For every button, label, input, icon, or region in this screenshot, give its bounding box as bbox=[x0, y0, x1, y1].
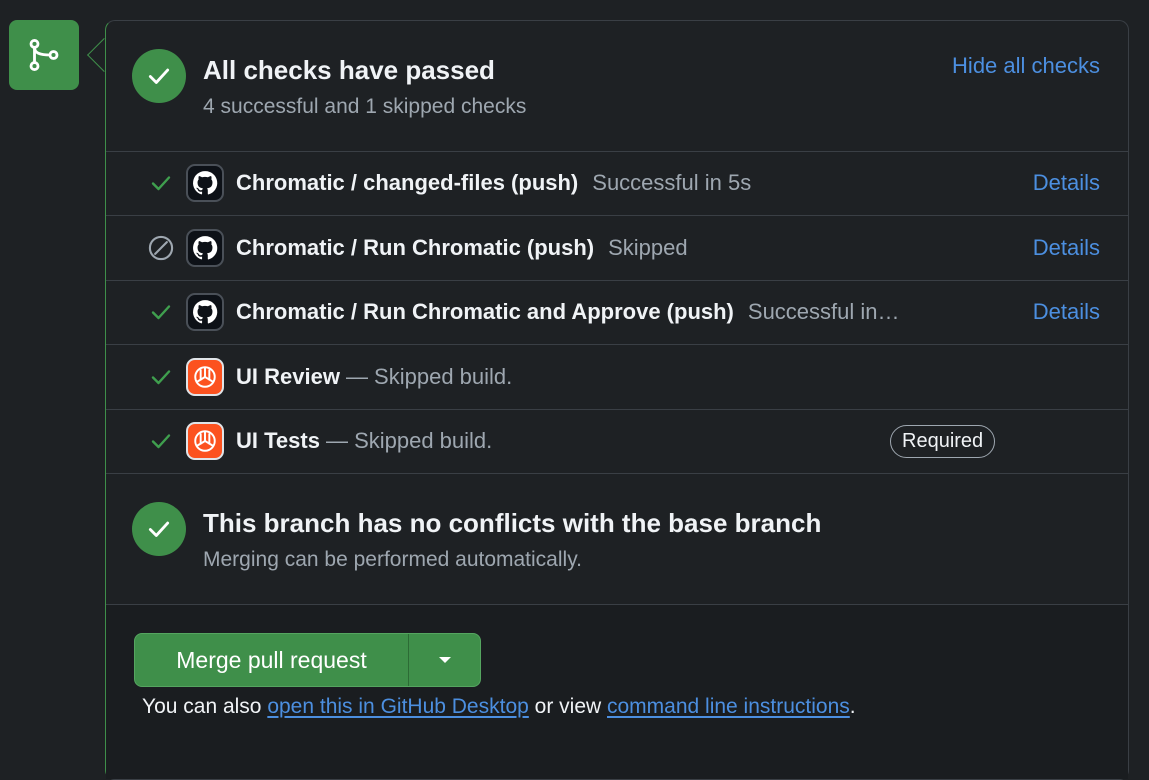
check-name: UI Review bbox=[236, 364, 340, 389]
check-row-run-chromatic: Chromatic / Run Chromatic (push) Skipped … bbox=[106, 216, 1128, 280]
checks-title: All checks have passed bbox=[203, 55, 495, 85]
conflicts-title: This branch has no conflicts with the ba… bbox=[203, 508, 822, 538]
merge-box: All checks have passed 4 successful and … bbox=[105, 20, 1129, 780]
check-row-changed-files: Chromatic / changed-files (push) Successf… bbox=[106, 151, 1128, 215]
merge-pull-request-button-group: Merge pull request bbox=[134, 633, 481, 687]
required-badge: Required bbox=[890, 424, 996, 458]
no-conflicts-icon bbox=[132, 502, 186, 556]
merge-pull-request-button[interactable]: Merge pull request bbox=[135, 634, 409, 686]
check-name: UI Tests bbox=[236, 428, 320, 453]
git-merge-icon bbox=[29, 39, 59, 71]
chromatic-icon bbox=[186, 422, 224, 460]
check-name: Chromatic / Run Chromatic and Approve (p… bbox=[236, 299, 734, 324]
check-text: Chromatic / Run Chromatic and Approve (p… bbox=[236, 299, 900, 325]
command-line-instructions-link[interactable]: command line instructions bbox=[607, 695, 850, 718]
check-icon bbox=[146, 362, 176, 392]
open-github-desktop-link[interactable]: open this in GitHub Desktop bbox=[267, 695, 528, 718]
divider bbox=[106, 473, 1128, 474]
caret-down-icon bbox=[438, 657, 451, 663]
check-row-run-chromatic-approve: Chromatic / Run Chromatic and Approve (p… bbox=[106, 280, 1128, 344]
details-link[interactable]: Details bbox=[1033, 170, 1100, 196]
check-icon bbox=[146, 297, 176, 327]
check-desc: Skipped bbox=[608, 235, 688, 260]
check-desc: Successful in… bbox=[747, 299, 900, 324]
merge-status-icon-box bbox=[9, 20, 79, 90]
check-text: Chromatic / Run Chromatic (push) Skipped bbox=[236, 235, 688, 261]
merge-footer: Merge pull request You can also open thi… bbox=[106, 604, 1128, 779]
merge-alternatives-text: You can also open this in GitHub Desktop… bbox=[142, 695, 856, 719]
check-name: Chromatic / Run Chromatic (push) bbox=[236, 235, 595, 260]
github-icon bbox=[186, 229, 224, 267]
check-row-ui-review: UI Review — Skipped build. bbox=[106, 345, 1128, 409]
check-name: Chromatic / changed-files (push) bbox=[236, 170, 579, 195]
hide-all-checks-link[interactable]: Hide all checks bbox=[952, 53, 1100, 79]
check-desc: — Skipped build. bbox=[345, 364, 513, 389]
details-link[interactable]: Details bbox=[1033, 235, 1100, 261]
check-text: Chromatic / changed-files (push) Successf… bbox=[236, 170, 751, 196]
details-link[interactable]: Details bbox=[1033, 299, 1100, 325]
check-desc: — Skipped build. bbox=[325, 428, 493, 453]
check-text: UI Review — Skipped build. bbox=[236, 364, 512, 390]
check-row-ui-tests: UI Tests — Skipped build. Required bbox=[106, 409, 1128, 473]
check-text: UI Tests — Skipped build. bbox=[236, 428, 492, 454]
github-icon bbox=[186, 293, 224, 331]
footer-prefix: You can also bbox=[142, 695, 268, 718]
chromatic-icon bbox=[186, 358, 224, 396]
check-icon bbox=[146, 168, 176, 198]
check-icon bbox=[146, 426, 176, 456]
github-icon bbox=[186, 164, 224, 202]
conflicts-subtitle: Merging can be performed automatically. bbox=[203, 548, 582, 571]
checks-passed-icon bbox=[132, 49, 186, 103]
footer-suffix: . bbox=[849, 695, 856, 718]
merge-options-dropdown[interactable] bbox=[409, 634, 480, 686]
skip-icon bbox=[146, 233, 176, 263]
checks-subtitle: 4 successful and 1 skipped checks bbox=[203, 95, 527, 118]
footer-middle: or view bbox=[528, 695, 607, 718]
check-desc: Successful in 5s bbox=[592, 170, 752, 195]
